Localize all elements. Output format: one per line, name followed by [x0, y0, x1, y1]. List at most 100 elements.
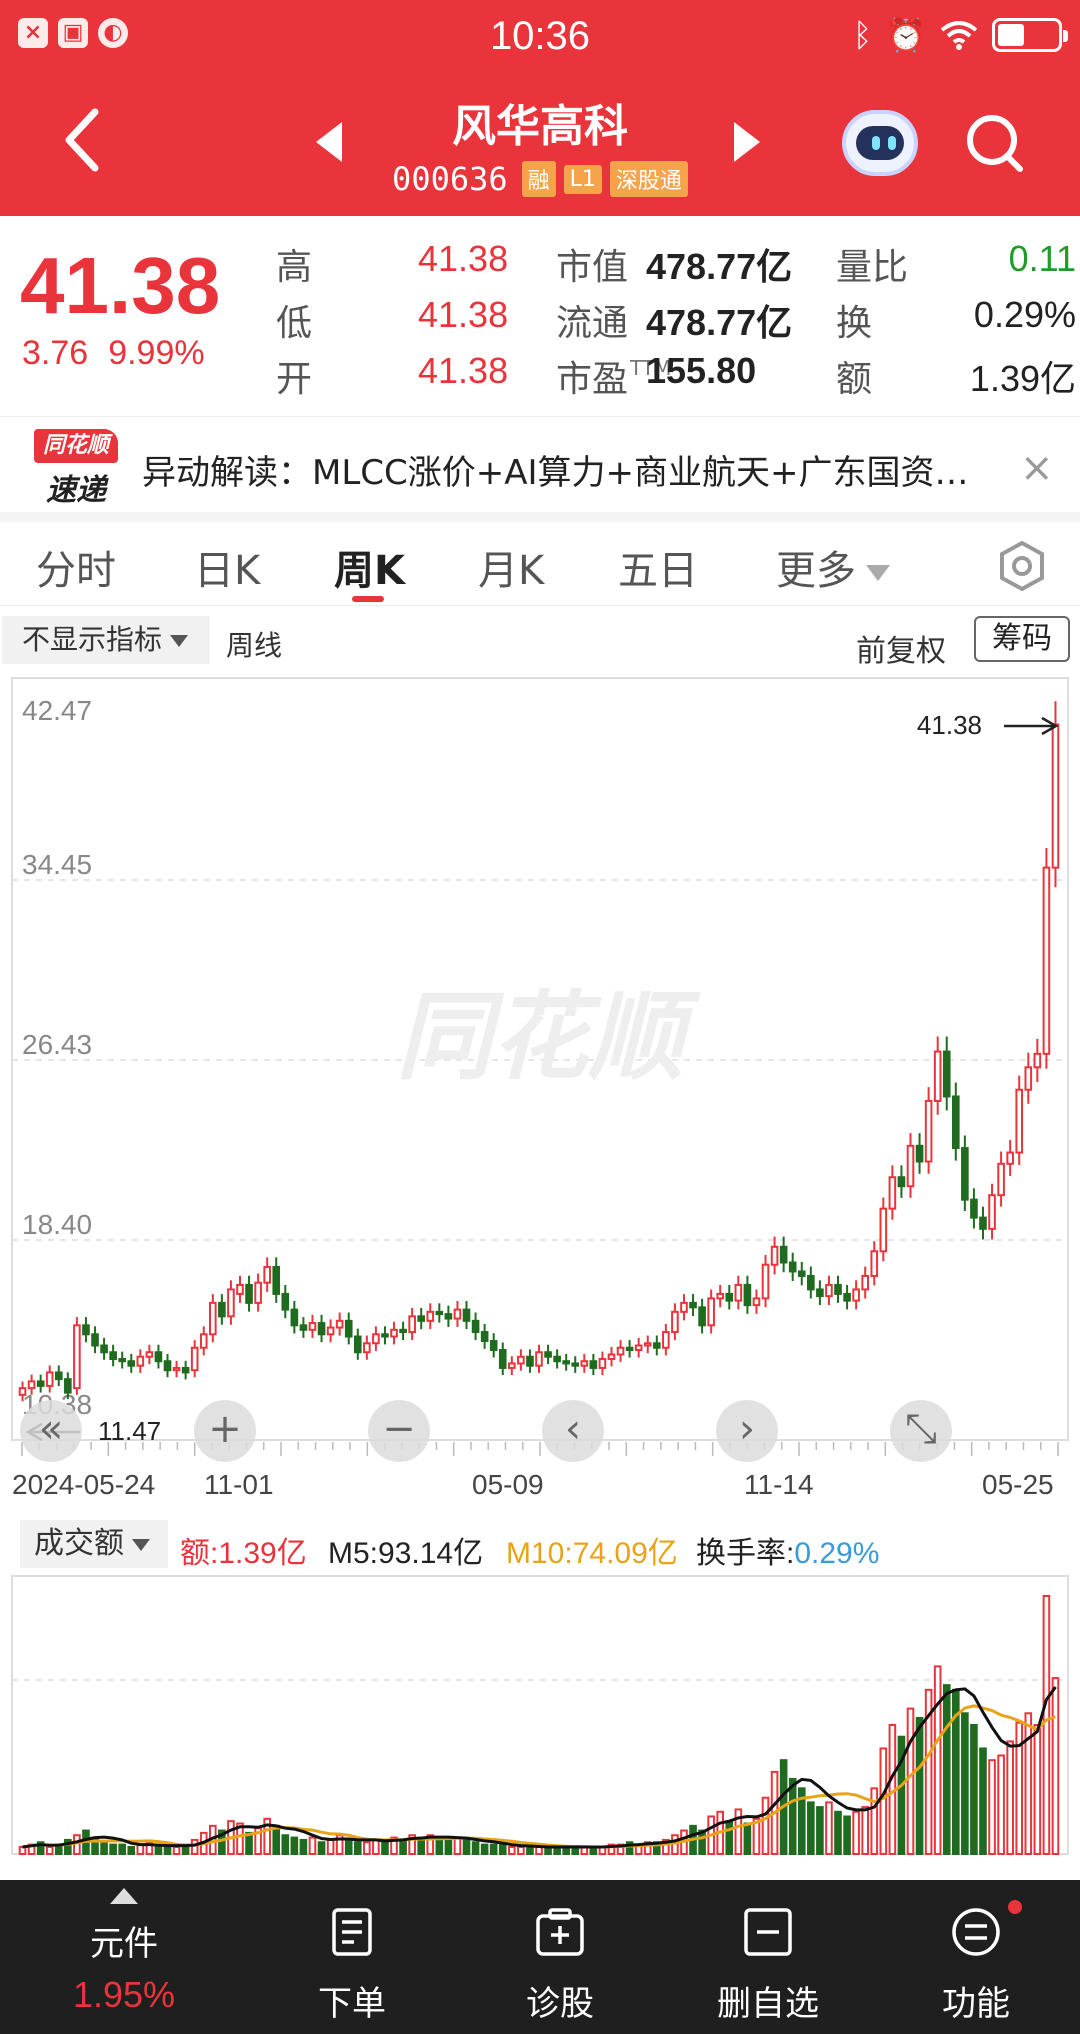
volume-bar-down — [462, 1838, 471, 1856]
nav-remove-watchlist[interactable]: 删自选 — [668, 1880, 868, 2034]
volume-bar-up — [45, 1845, 54, 1855]
volume-ma5: M5:93.14亿 — [328, 1537, 484, 1570]
candle-down — [544, 1351, 552, 1358]
candle-down — [399, 1328, 407, 1334]
candle-up — [1051, 723, 1060, 869]
news-banner[interactable]: 同花顺 速递 异动解读：MLCC涨价+AI算力+商业航天+广东国资… × — [0, 416, 1080, 522]
fullscreen-button[interactable]: ⤡ — [890, 1400, 952, 1462]
candle-up — [924, 1099, 933, 1163]
tab-monthly-k[interactable]: 月K — [478, 538, 544, 596]
nav-function[interactable]: 功能 — [876, 1880, 1076, 2034]
candle-up — [662, 1331, 670, 1349]
candle-up — [634, 1344, 643, 1351]
candle-down — [526, 1355, 534, 1367]
tab-more[interactable]: 更多 — [776, 538, 890, 596]
volume-indicator-select[interactable]: 成交额 — [20, 1520, 168, 1568]
volume-bar-down — [915, 1716, 924, 1855]
volume-bar-down — [480, 1843, 489, 1856]
volume-chart[interactable] — [0, 1572, 1080, 1862]
price-change: 3.76 9.99% — [22, 334, 225, 373]
candle-down — [480, 1331, 489, 1343]
quote-value: 478.77亿 — [646, 302, 793, 343]
candle-up — [598, 1357, 607, 1369]
volume-bar-down — [970, 1724, 978, 1855]
close-icon[interactable]: × — [1020, 445, 1054, 491]
stock-code-row: 000636 融 L1 深股通 — [0, 160, 1080, 198]
candle-down — [951, 1095, 960, 1150]
candle-up — [643, 1342, 652, 1347]
tab-daily-k[interactable]: 日K — [194, 538, 260, 596]
candle-up — [172, 1366, 181, 1372]
volume-bar-down — [834, 1810, 842, 1855]
tab-intraday[interactable]: 分时 — [36, 538, 116, 596]
nav-order-label: 下单 — [318, 1984, 386, 2024]
volume-bar-up — [308, 1836, 317, 1855]
candle-down — [698, 1306, 706, 1327]
chart-toolbar: 不显示指标 周线 前复权 筹码 — [0, 610, 1080, 670]
candle-up — [263, 1265, 271, 1284]
scroll-left-button[interactable]: ‹ — [542, 1400, 604, 1462]
scroll-right-button[interactable]: › — [716, 1400, 778, 1462]
candle-up — [861, 1274, 870, 1291]
zoom-out-button[interactable]: − — [368, 1400, 430, 1462]
settings-hexagon-icon[interactable] — [996, 540, 1048, 592]
candle-up — [852, 1288, 860, 1302]
candle-down — [462, 1308, 471, 1322]
zoom-in-button[interactable]: + — [194, 1400, 256, 1462]
volume-select-label: 成交额 — [34, 1526, 124, 1561]
volume-bar-up — [517, 1845, 525, 1855]
volume-bar-up — [933, 1665, 942, 1856]
nav-diagnose[interactable]: 诊股 — [460, 1880, 660, 2034]
robot-assistant-icon[interactable] — [842, 110, 918, 176]
next-stock-button[interactable] — [734, 122, 760, 162]
quote-value: 478.77亿 — [646, 246, 793, 287]
sector-tab[interactable]: 元件 1.95% — [24, 1880, 224, 2034]
volume-bar-up — [363, 1841, 371, 1856]
turnover: 换手率:0.29% — [696, 1528, 879, 1572]
adjust-label[interactable]: 前复权 — [856, 626, 946, 670]
rewind-button[interactable]: « — [20, 1400, 82, 1462]
x-tick-label: 05-25 — [982, 1469, 1054, 1500]
volume-bar-up — [1051, 1677, 1060, 1855]
volume-bar-down — [807, 1801, 815, 1855]
volume-bar-up — [453, 1836, 462, 1855]
candle-up — [906, 1144, 915, 1188]
candle-down — [471, 1319, 480, 1334]
tab-weekly-k[interactable]: 周K — [334, 538, 405, 596]
volume-bar-down — [725, 1820, 734, 1855]
x-tick-label: 2024-05-24 — [12, 1469, 155, 1500]
candle-down — [64, 1378, 72, 1394]
kline-chart[interactable]: 42.4734.4526.4318.4010.38同花顺41.3811.4720… — [0, 670, 1080, 1510]
chip-button[interactable]: 筹码 — [974, 616, 1070, 662]
stock-name: 风华高科 — [452, 101, 628, 152]
volume-bar-up — [861, 1806, 870, 1856]
chevron-down-icon — [866, 565, 890, 581]
volume-bar-up — [870, 1787, 879, 1855]
nav-order[interactable]: 下单 — [252, 1880, 452, 2034]
nav-function-label: 功能 — [942, 1984, 1010, 2024]
current-price: 41.38 — [20, 241, 221, 330]
candle-up — [236, 1283, 244, 1295]
volume-bar-up — [1006, 1740, 1014, 1855]
indicator-select[interactable]: 不显示指标 — [2, 616, 210, 664]
volume-bar-down — [118, 1843, 127, 1856]
candle-up — [752, 1297, 761, 1307]
candle-up — [335, 1319, 344, 1329]
candle-down — [843, 1292, 851, 1302]
tab-five-day[interactable]: 五日 — [618, 538, 698, 596]
chevron-down-icon — [132, 1538, 150, 1551]
candle-down — [353, 1335, 362, 1354]
candle-up — [616, 1346, 625, 1356]
x-tick-label: 11-01 — [204, 1469, 274, 1500]
candle-up — [227, 1288, 235, 1318]
candle-down — [625, 1346, 634, 1351]
search-icon[interactable] — [964, 110, 1024, 176]
candle-down — [652, 1342, 661, 1349]
news-text[interactable]: 异动解读：MLCC涨价+AI算力+商业航天+广东国资… — [142, 445, 1002, 494]
volume-bar-down — [444, 1838, 453, 1856]
change-percent: 9.99% — [108, 334, 205, 372]
candle-down — [299, 1324, 308, 1331]
candle-up — [535, 1351, 543, 1367]
candle-down — [797, 1270, 806, 1277]
quote-label: 市盈 — [556, 359, 629, 400]
